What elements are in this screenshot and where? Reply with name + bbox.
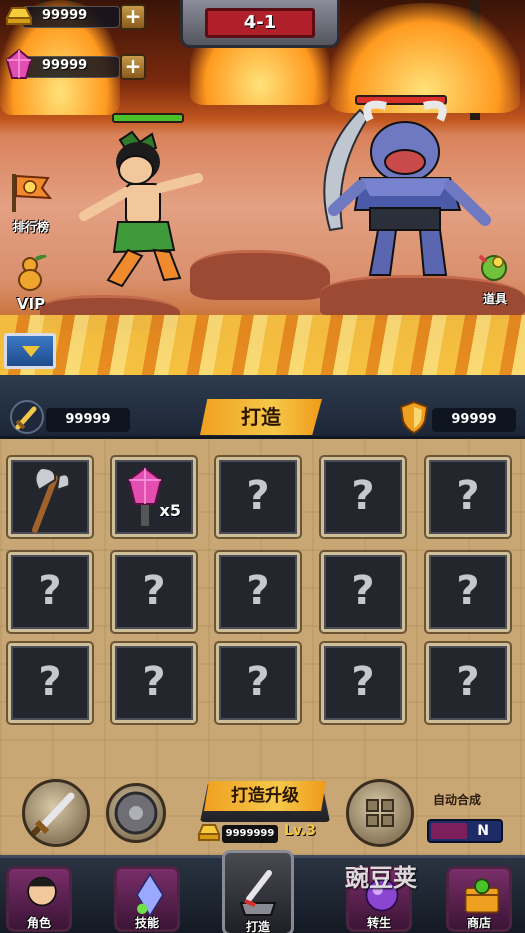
locked-forge-slot[interactable]: ? [112,552,196,632]
add-gems-button[interactable]: + [120,54,146,80]
gold-amount: 99999 [42,8,88,23]
attack-value: 99999 [46,408,130,432]
sword-icon [30,792,75,837]
grid-menu-button[interactable] [346,779,414,847]
locked-forge-slot[interactable]: ? [216,643,300,723]
locked-forge-slot[interactable]: ? [426,552,510,632]
vip-button[interactable]: VIP [2,253,60,313]
hero-hp-bar [112,113,184,123]
tab-shop[interactable]: 商店 [446,866,512,932]
collapse-menu-button[interactable] [4,333,56,369]
bottom-nav: 角色 技能 打造 转生 商店 [0,850,525,933]
locked-forge-slot[interactable]: ? [321,457,405,537]
props-label: 道具 [482,292,507,306]
equip-sword-button[interactable] [22,779,90,847]
nav-tab-label: 技能 [134,916,159,930]
locked-question-mark: ? [38,659,62,705]
forge-header: 99999 打造 99999 [0,379,525,439]
grid-icon [366,799,394,827]
locked-question-mark: ? [142,659,166,705]
locked-question-mark: ? [456,659,480,705]
forge-slot-axe[interactable] [8,457,92,537]
forge-anvil-icon [239,870,277,916]
hero-character [79,130,203,288]
locked-question-mark: ? [456,473,480,519]
add-gold-button[interactable]: + [120,4,146,30]
forge-slot-gem[interactable]: x5 [112,457,196,537]
locked-forge-slot[interactable]: ? [216,457,300,537]
auto-merge-toggle[interactable]: N [427,819,503,843]
round-shield-icon [114,791,158,835]
locked-question-mark: ? [351,659,375,705]
upgrade-cost: 9999999 [222,825,278,843]
lava-pool [0,315,525,375]
locked-question-mark: ? [351,473,375,519]
ranking-flag-icon [12,174,53,212]
vip-label: VIP [16,295,46,313]
locked-question-mark: ? [456,568,480,614]
tab-forge[interactable]: 打造 [222,850,294,933]
gem-amount: 99999 [42,58,88,73]
forge-level: Lv.3 [284,823,316,839]
locked-question-mark: ? [351,568,375,614]
tab-character[interactable]: 角色 [6,866,72,932]
auto-merge-label: 自动合成 [433,793,482,807]
nav-tab-label: 打造 [245,920,270,933]
locked-forge-slot[interactable]: ? [426,643,510,723]
gold-ingot-icon [197,824,221,841]
locked-forge-slot[interactable]: ? [321,552,405,632]
forge-title: 打造 [200,399,322,435]
item-quantity: x5 [159,501,181,520]
locked-forge-slot[interactable]: ? [216,552,300,632]
enemy-character [323,100,491,276]
gold-resource: 99999 + [0,0,150,34]
gourd-icon [18,253,47,291]
toggle-knob [431,823,467,839]
stage-plate: 4-1 [180,0,340,48]
watermark-text: 豌豆荚 [345,864,417,892]
locked-forge-slot[interactable]: ? [426,457,510,537]
pink-gem-icon [5,48,33,79]
ranking-label: 排行榜 [12,220,49,234]
sword-icon [10,400,44,434]
locked-question-mark: ? [246,659,270,705]
equip-shield-button[interactable] [106,783,166,843]
shield-icon [399,400,429,435]
forge-panel: 99999 打造 99999 x5????????????? 打造升级 9999… [0,375,525,855]
auto-merge-state: N [477,823,489,839]
locked-question-mark: ? [38,568,62,614]
gem-resource: 99999 + [0,48,150,84]
defense-value: 99999 [432,408,516,432]
locked-forge-slot[interactable]: ? [8,552,92,632]
ranking-button[interactable]: 排行榜 [2,168,60,235]
tab-skills[interactable]: 技能 [114,866,180,932]
locked-forge-slot[interactable]: ? [112,643,196,723]
nav-tab-label: 转生 [366,916,391,930]
locked-forge-slot[interactable]: ? [321,643,405,723]
locked-forge-slot[interactable]: ? [8,643,92,723]
locked-question-mark: ? [246,568,270,614]
locked-question-mark: ? [142,568,166,614]
gold-ingot-icon [5,7,33,25]
stage-label: 4-1 [205,8,315,38]
locked-question-mark: ? [246,473,270,519]
nav-tab-label: 商店 [466,916,491,930]
axe-icon [32,466,71,533]
forge-upgrade-button[interactable]: 打造升级 [204,781,326,811]
nav-tab-label: 角色 [26,916,51,930]
battle-scene: 99999 + 99999 + 4-1 排行榜 VIP 道具 [0,0,525,375]
